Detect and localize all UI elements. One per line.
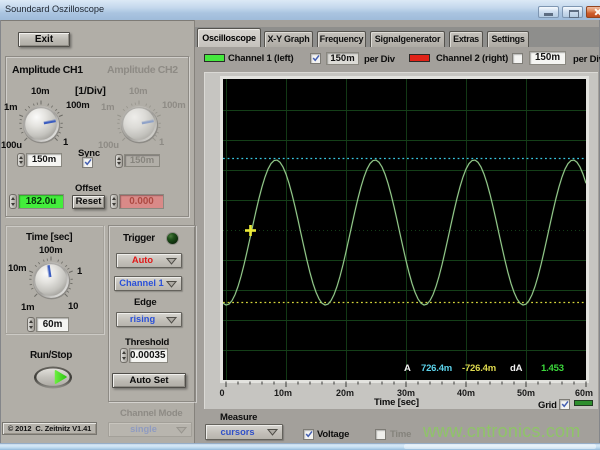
- svg-text:1.453: 1.453: [541, 363, 564, 374]
- svg-text:-726.4m: -726.4m: [462, 363, 496, 374]
- svg-text:A: A: [404, 363, 411, 374]
- svg-text:726.4m: 726.4m: [421, 363, 452, 374]
- svg-text:dA: dA: [510, 363, 523, 374]
